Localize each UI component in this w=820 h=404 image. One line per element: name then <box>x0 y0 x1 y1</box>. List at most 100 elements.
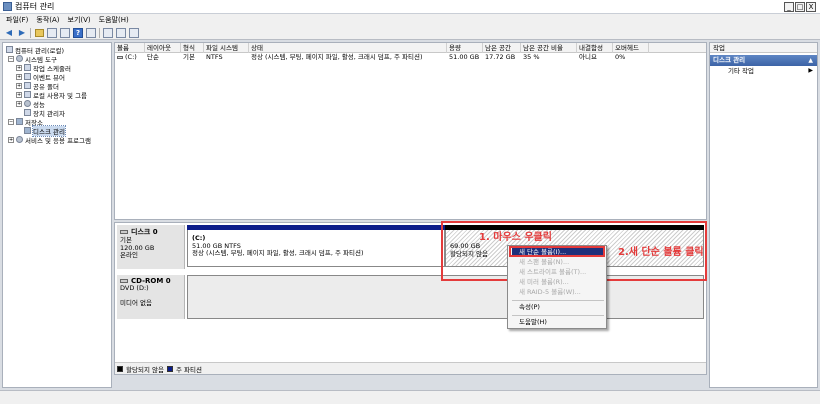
shared-folder-icon <box>24 82 31 89</box>
column-header-free-percent[interactable]: 남은 공간 비율 <box>521 43 577 53</box>
filesystem-cell: NTFS <box>206 53 223 61</box>
close-button[interactable]: X <box>806 2 816 12</box>
collapse-arrow-icon[interactable]: ▲ <box>808 55 813 66</box>
computer-icon <box>6 46 13 53</box>
expand-icon[interactable]: + <box>16 73 22 80</box>
actions-pane: 작업 디스크 관리 ▲ 기타 작업 ▶ <box>709 42 818 388</box>
fault-tolerance-cell: 아니요 <box>579 53 597 61</box>
free-percent-cell: 35 % <box>523 53 540 61</box>
partition-c-status: 정상 (시스템, 부팅, 페이지 파일, 활성, 크래시 덤프, 주 파티션) <box>192 249 364 257</box>
menu-item-new-raid5-volume[interactable]: 새 RAID-5 볼륨(W)... <box>512 288 604 297</box>
performance-icon <box>24 100 31 107</box>
expand-icon[interactable]: + <box>8 136 14 143</box>
menu-item-help[interactable]: 도움말(H) <box>512 318 604 327</box>
volume-name-cell: (C:) <box>115 53 145 62</box>
tree-item-local-users[interactable]: + 로컬 사용자 및 그룹 <box>16 90 87 100</box>
cdrom-0-type: DVD (D:) <box>120 284 149 292</box>
toolbar-separator <box>99 27 100 38</box>
cdrom-0-info[interactable]: CD-ROM 0 DVD (D:) 미디어 없음 <box>117 275 185 319</box>
computer-management-icon <box>3 2 12 11</box>
collapse-icon[interactable]: − <box>8 55 14 62</box>
toolbar-separator <box>30 27 31 38</box>
services-icon <box>16 136 23 143</box>
status-cell: 정상 (시스템, 부팅, 페이지 파일, 활성, 크래시 덤프, 주 파티션) <box>251 53 423 61</box>
legend-primary: 주 파티션 <box>175 365 202 374</box>
status-bar <box>0 390 820 404</box>
column-header-type[interactable]: 형식 <box>181 43 204 53</box>
menu-item-new-mirrored-volume[interactable]: 새 미러 볼륨(R)... <box>512 278 604 287</box>
column-header-free-space[interactable]: 남은 공간 <box>483 43 521 53</box>
properties-icon[interactable] <box>60 27 70 38</box>
column-header-layout[interactable]: 레이아웃 <box>145 43 181 53</box>
legend-unallocated: 할당되지 않음 <box>126 365 164 374</box>
menu-view[interactable]: 보기(V) <box>68 15 91 25</box>
type-cell: 기본 <box>183 53 195 61</box>
actions-header: 작업 <box>710 43 817 53</box>
cdrom-partition <box>187 275 704 319</box>
layout-cell: 단순 <box>147 53 159 61</box>
tree-item-services-applications[interactable]: + 서비스 및 응용 프로그램 <box>8 135 91 145</box>
disk-icon <box>120 230 128 234</box>
window-controls: _ □ X <box>784 2 816 12</box>
expand-icon[interactable]: + <box>16 100 22 107</box>
menu-help[interactable]: 도움말(H) <box>99 15 129 25</box>
disk-0-info[interactable]: 디스크 0 기본 120.00 GB 온라인 <box>117 225 185 269</box>
title-bar: 컴퓨터 관리 _ □ X <box>0 0 820 14</box>
overhead-cell: 0% <box>615 53 626 61</box>
expand-icon[interactable]: + <box>16 91 22 98</box>
menu-action[interactable]: 동작(A) <box>36 15 59 25</box>
back-arrow-icon[interactable]: ◀ <box>4 28 14 38</box>
window-title: 컴퓨터 관리 <box>15 2 55 11</box>
column-header-status[interactable]: 상태 <box>249 43 447 53</box>
primary-partition-bar <box>187 225 445 230</box>
action-more[interactable]: 기타 작업 ▶ <box>710 66 817 76</box>
menu-separator <box>512 300 604 301</box>
refresh-icon[interactable] <box>86 27 96 38</box>
forward-arrow-icon[interactable]: ▶ <box>17 28 27 38</box>
primary-swatch <box>166 365 173 372</box>
expand-icon[interactable]: + <box>16 64 22 71</box>
unallocated-swatch <box>117 365 123 372</box>
tools-icon <box>16 55 23 62</box>
column-header-fault-tolerance[interactable]: 내결함성 <box>577 43 613 53</box>
free-space-cell: 17.72 GB <box>485 53 516 61</box>
column-header-filesystem[interactable]: 파일 시스템 <box>204 43 249 53</box>
volume-list-header: 볼륨 레이아웃 형식 파일 시스템 상태 용량 남은 공간 남은 공간 비율 내… <box>115 43 706 53</box>
submenu-arrow-icon: ▶ <box>808 67 813 74</box>
menu-item-properties[interactable]: 속성(P) <box>512 303 604 312</box>
storage-icon <box>16 118 23 125</box>
annotation-menu-highlight <box>509 246 605 257</box>
cdrom-icon <box>120 279 128 283</box>
annotation-step-2: 2.새 단순 볼륨 클릭 <box>618 247 704 258</box>
disk-0-status: 온라인 <box>120 251 138 259</box>
navigation-tree: 컴퓨터 관리(로컬) − 시스템 도구 + 작업 스케줄러 + 이벤트 뷰어 +… <box>2 42 112 388</box>
menu-separator <box>512 315 604 316</box>
up-folder-icon[interactable] <box>34 28 44 38</box>
minimize-button[interactable]: _ <box>784 2 794 12</box>
disk-legend: 할당되지 않음 주 파티션 <box>115 362 706 374</box>
console-icon[interactable] <box>129 27 139 38</box>
show-hide-tree-icon[interactable] <box>47 27 57 38</box>
device-manager-icon <box>24 109 31 116</box>
export-icon[interactable] <box>103 27 113 38</box>
column-header-overhead[interactable]: 오버헤드 <box>613 43 649 53</box>
help-icon[interactable]: ? <box>73 27 83 38</box>
menu-file[interactable]: 파일(F) <box>6 15 28 25</box>
disk-management-icon <box>24 127 31 134</box>
event-viewer-icon <box>24 73 31 80</box>
tile-icon[interactable] <box>116 27 126 38</box>
cdrom-0-status: 미디어 없음 <box>120 298 152 307</box>
column-header-volume[interactable]: 볼륨 <box>115 43 145 53</box>
collapse-icon[interactable]: − <box>8 118 14 125</box>
maximize-button[interactable]: □ <box>795 2 805 12</box>
column-header-capacity[interactable]: 용량 <box>447 43 483 53</box>
menu-item-new-spanned-volume[interactable]: 새 스팬 볼륨(N)... <box>512 258 604 267</box>
menu-bar: 파일(F) 동작(A) 보기(V) 도움말(H) <box>0 14 820 26</box>
table-row[interactable]: (C:) 단순 기본 NTFS 정상 (시스템, 부팅, 페이지 파일, 활성,… <box>115 53 706 62</box>
users-icon <box>24 91 31 98</box>
expand-icon[interactable]: + <box>16 82 22 89</box>
partition-c[interactable]: (C:) 51.00 GB NTFS 정상 (시스템, 부팅, 페이지 파일, … <box>187 225 445 267</box>
actions-section-disk-management[interactable]: 디스크 관리 ▲ <box>710 55 817 66</box>
capacity-cell: 51.00 GB <box>449 53 480 61</box>
menu-item-new-striped-volume[interactable]: 새 스트라이프 볼륨(T)... <box>512 268 604 277</box>
